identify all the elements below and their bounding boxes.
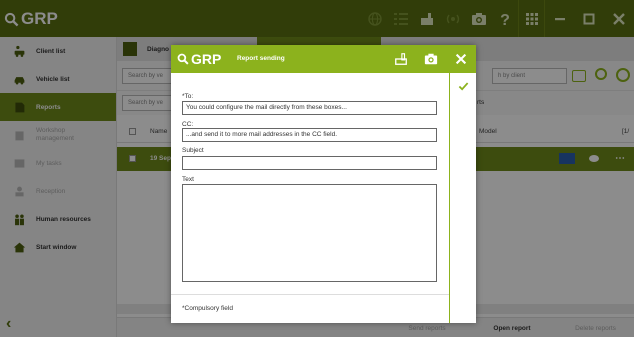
confirm-button[interactable] (458, 81, 469, 323)
dialog-logo-text: GRP (191, 51, 222, 67)
dialog-side-panel (449, 73, 476, 323)
close-icon (455, 53, 467, 65)
dialog-print-button[interactable] (386, 45, 416, 73)
dialog-form: *To: You could configure the mail direct… (171, 73, 449, 323)
checkmark-icon (458, 82, 468, 91)
subject-field[interactable] (182, 156, 437, 170)
camera-icon (424, 53, 438, 65)
app-window: GRP ? Client list Vehicle list Reports W… (0, 0, 634, 337)
dialog-close-button[interactable] (446, 45, 476, 73)
dialog-camera-button[interactable] (416, 45, 446, 73)
compulsory-note: *Compulsory field (182, 305, 233, 312)
text-area[interactable] (182, 184, 437, 282)
to-label: *To: (182, 93, 194, 100)
dialog-title: Report sending (237, 55, 285, 62)
text-label: Text (182, 176, 194, 183)
dialog-footer: *Compulsory field (171, 294, 449, 323)
dialog-logo: GRP (177, 51, 221, 67)
report-sending-dialog: GRP Report sending *To: You could config… (171, 45, 476, 323)
magnifier-logo-icon (177, 53, 189, 65)
printer-icon (395, 53, 407, 65)
subject-label: Subject (182, 147, 204, 154)
cc-label: CC: (182, 121, 194, 128)
cc-field[interactable]: ...and send it to more mail addresses in… (182, 128, 437, 142)
to-field[interactable]: You could configure the mail directly fr… (182, 101, 437, 115)
dialog-header: GRP Report sending (171, 45, 476, 73)
